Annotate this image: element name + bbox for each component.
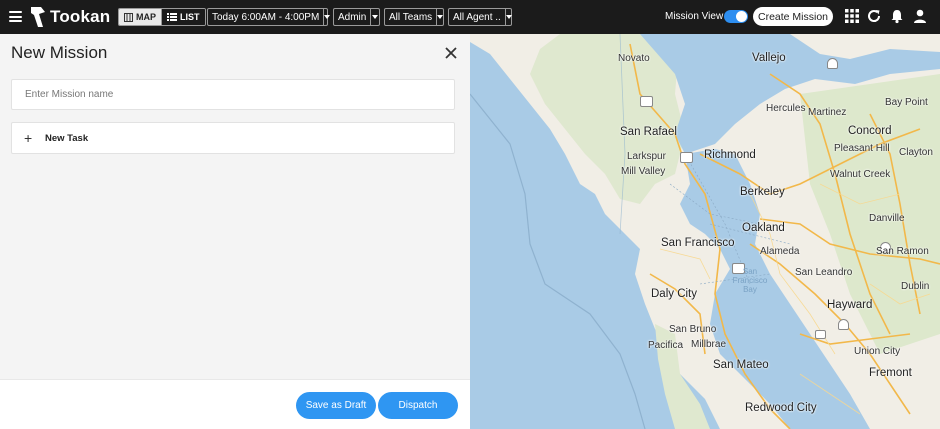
user-filter-value: Admin <box>338 11 367 23</box>
map-label-fremont: Fremont <box>869 367 912 379</box>
map-label-san-ramon: San Ramon <box>876 246 929 257</box>
chevron-down-icon <box>323 9 331 25</box>
mission-name-input[interactable] <box>11 79 455 110</box>
apps-grid-icon[interactable] <box>844 8 860 24</box>
mission-view-label: Mission View <box>665 11 724 22</box>
user-filter-dropdown[interactable]: Admin <box>333 8 380 26</box>
tookan-logo-icon <box>31 7 45 27</box>
date-range-dropdown[interactable]: Today 6:00AM - 4:00PM <box>207 8 331 26</box>
map-label-pacifica: Pacifica <box>648 340 684 351</box>
map-icon <box>124 12 133 22</box>
map-label-san-bruno: San Bruno <box>669 324 717 335</box>
view-toggle: MAP LIST <box>118 8 206 26</box>
map-view-button[interactable]: MAP <box>119 9 161 25</box>
list-icon <box>167 13 177 21</box>
map-label-martinez: Martinez <box>808 107 847 118</box>
map-label-berkeley: Berkeley <box>740 186 785 198</box>
map-label-san-leandro: San Leandro <box>795 267 853 278</box>
map-label-bay-point: Bay Point <box>885 97 928 108</box>
list-view-label: LIST <box>180 12 200 22</box>
map-label-novato: Novato <box>618 53 650 64</box>
map-label-san-francisco: San Francisco <box>661 237 735 249</box>
close-icon[interactable] <box>444 46 458 60</box>
map-label-richmond: Richmond <box>704 149 756 161</box>
panel-footer: Save as Draft Dispatch <box>0 379 470 429</box>
chevron-down-icon <box>370 9 379 25</box>
highway-shield <box>815 330 826 339</box>
map-label-danville: Danville <box>869 213 905 224</box>
highway-shield <box>640 96 653 107</box>
save-as-draft-button[interactable]: Save as Draft <box>296 392 376 419</box>
map-label-mill-valley: Mill Valley <box>621 166 666 177</box>
map-label-hayward: Hayward <box>827 299 873 311</box>
map-label-millbrae: Millbrae <box>691 339 727 350</box>
map-label-larkspur: Larkspur <box>627 151 666 162</box>
map-label-dublin: Dublin <box>901 281 930 292</box>
date-range-value: Today 6:00AM - 4:00PM <box>212 11 320 23</box>
user-profile-icon[interactable] <box>912 8 928 24</box>
map-view[interactable]: Novato Vallejo Hercules Martinez Bay Poi… <box>470 34 940 429</box>
map-label-union-city: Union City <box>854 346 901 357</box>
bell-icon[interactable] <box>889 8 905 24</box>
chevron-down-icon <box>504 9 512 25</box>
new-mission-panel: New Mission + New Task Save as Draft Dis… <box>0 34 470 429</box>
new-task-button[interactable]: + New Task <box>11 122 455 154</box>
map-label-walnut-creek: Walnut Creek <box>830 169 891 180</box>
map-label-clayton: Clayton <box>899 147 933 158</box>
agent-filter-dropdown[interactable]: All Agent .. <box>448 8 512 26</box>
map-label-oakland: Oakland <box>742 222 785 234</box>
map-label-vallejo: Vallejo <box>752 52 786 64</box>
mission-view-toggle[interactable] <box>724 10 748 23</box>
map-label-daly-city: Daly City <box>651 288 698 300</box>
map-label-san-mateo: San Mateo <box>713 359 769 371</box>
new-task-label: New Task <box>45 132 89 144</box>
plus-icon: + <box>24 130 33 146</box>
team-filter-dropdown[interactable]: All Teams <box>384 8 444 26</box>
map-label-redwood-city: Redwood City <box>745 402 817 414</box>
agent-filter-value: All Agent .. <box>453 11 501 23</box>
app-logo[interactable]: Tookan <box>30 4 110 30</box>
highway-shield <box>827 58 838 69</box>
highway-shield <box>838 319 849 330</box>
app-name: Tookan <box>50 7 111 26</box>
map-label-sf-bay: San Francisco Bay <box>732 267 768 294</box>
map-label-san-rafael: San Rafael <box>620 126 677 138</box>
map-label-pleasant-hill: Pleasant Hill <box>834 143 890 154</box>
map-label-hercules: Hercules <box>766 103 806 114</box>
create-mission-button[interactable]: Create Mission <box>753 7 833 26</box>
panel-title: New Mission <box>11 43 108 62</box>
list-view-button[interactable]: LIST <box>161 9 205 25</box>
refresh-icon[interactable] <box>866 8 882 24</box>
team-filter-value: All Teams <box>389 11 433 23</box>
chevron-down-icon <box>436 9 444 25</box>
dispatch-button[interactable]: Dispatch <box>378 392 458 419</box>
map-label-alameda: Alameda <box>760 246 800 257</box>
map-label-concord: Concord <box>848 125 892 137</box>
highway-shield <box>680 152 693 163</box>
top-bar: Tookan MAP LIST Today 6:00AM - 4:00PM Ad… <box>0 0 940 34</box>
map-view-label: MAP <box>136 12 156 22</box>
menu-icon[interactable] <box>9 11 22 22</box>
